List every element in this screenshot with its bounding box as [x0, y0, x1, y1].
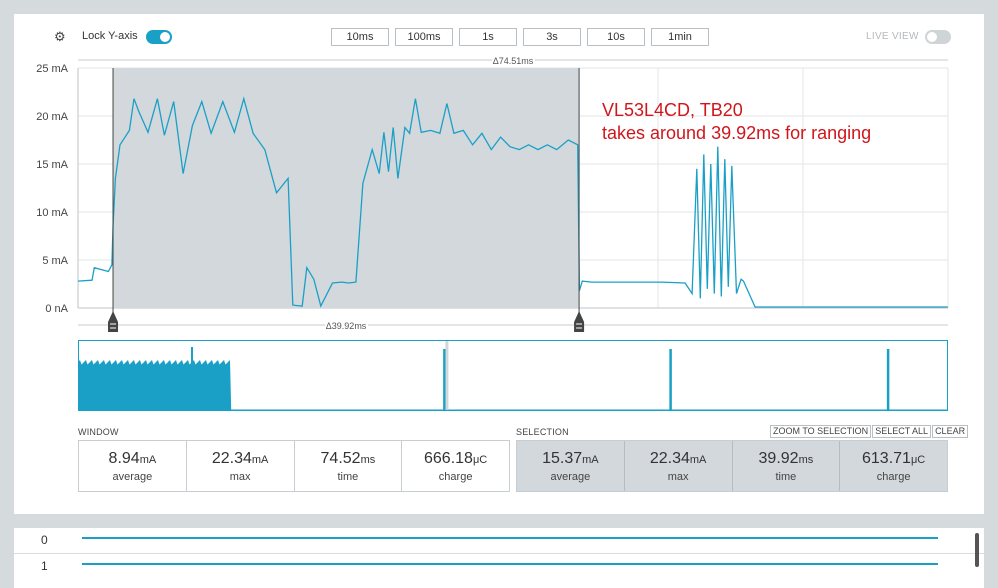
y-tick-label: 0 nA [45, 303, 68, 315]
selection-time-value: 39.92 [758, 450, 799, 467]
window-charge-value: 666.18 [424, 450, 473, 467]
digital-channel-1: 1 [14, 554, 984, 579]
window-time: 74.52ms time [295, 441, 403, 491]
window-time-caption: time [337, 471, 359, 483]
current-chart-svg[interactable]: 25 mA 20 mA 15 mA 10 mA 5 mA 0 nA Δ74.51ms Δ39… [14, 54, 984, 344]
minimap-viewport [445, 341, 449, 410]
window-charge-unit: μC [472, 454, 488, 466]
window-max-value: 22.34 [211, 450, 252, 467]
annotation-line1: VL53L4CD, TB20 [602, 100, 743, 120]
selection-cursor-handle [574, 311, 585, 332]
selection-charge-caption: charge [876, 471, 911, 483]
window-stats-label: WINDOW [78, 427, 119, 437]
selection-charge: 613.71μC charge [840, 441, 947, 491]
window-stats: 8.94mA average 22.34mA max 74.52ms time … [78, 440, 510, 492]
zoom-10ms-button[interactable]: 10ms [331, 28, 389, 46]
selection-time: 39.92ms time [733, 441, 841, 491]
zoom-3s-button[interactable]: 3s [523, 28, 581, 46]
selection-stats: 15.37mA average 22.34mA max 39.92ms time… [516, 440, 948, 492]
minimap-burst [79, 360, 232, 410]
selection-charge-value: 613.71 [862, 450, 911, 467]
window-delta-label: Δ74.51ms [493, 56, 534, 66]
power-profiler-panel: ⚙ Lock Y-axis 10ms 100ms 1s 3s 10s 1min … [14, 14, 984, 514]
lock-y-axis-toggle[interactable] [146, 30, 172, 44]
select-all-button[interactable]: SELECT ALL [872, 425, 932, 438]
scrollbar-thumb[interactable] [975, 533, 979, 567]
selection-max-unit: mA [689, 454, 707, 466]
y-tick-label: 10 mA [36, 207, 68, 219]
lock-y-axis-label: Lock Y-axis [82, 30, 138, 42]
selection-max: 22.34mA max [625, 441, 733, 491]
y-axis-ticks: 25 mA 20 mA 15 mA 10 mA 5 mA 0 nA [36, 63, 68, 315]
toggle-knob [160, 32, 170, 42]
y-tick-label: 15 mA [36, 159, 68, 171]
minimap[interactable] [78, 340, 948, 411]
window-max: 22.34mA max [187, 441, 295, 491]
selection-average-unit: mA [582, 454, 599, 466]
selection-stats-label: SELECTION [516, 427, 569, 437]
digital-channel-0: 0 [14, 528, 984, 554]
window-charge-caption: charge [438, 471, 473, 483]
selection-max-value: 22.34 [649, 450, 690, 467]
window-time-value: 74.52 [320, 450, 361, 467]
selection-time-caption: time [775, 471, 797, 483]
selection-average-caption: average [550, 471, 591, 483]
gear-icon[interactable]: ⚙ [54, 30, 68, 44]
digital-channel-0-label: 0 [41, 533, 48, 547]
selection-buttons: ZOOM TO SELECTION SELECT ALL CLEAR [770, 425, 969, 438]
minimap-svg[interactable] [79, 341, 948, 411]
zoom-1s-button[interactable]: 1s [459, 28, 517, 46]
annotation-line2: takes around 39.92ms for ranging [602, 123, 871, 143]
window-time-unit: ms [360, 454, 376, 466]
selection-region[interactable] [113, 68, 580, 308]
digital-channel-1-label: 1 [41, 559, 48, 573]
selection-max-caption: max [667, 471, 689, 483]
clear-selection-button[interactable]: CLEAR [932, 425, 969, 438]
selection-charge-unit: μC [910, 454, 926, 466]
digital-channel-1-line [82, 563, 938, 565]
window-charge: 666.18μC charge [402, 441, 509, 491]
window-average-unit: mA [139, 454, 157, 466]
window-max-unit: mA [251, 454, 269, 466]
selection-delta-label: Δ39.92ms [326, 321, 367, 331]
window-average: 8.94mA average [79, 441, 187, 491]
window-average-value: 8.94 [108, 450, 140, 467]
current-chart[interactable]: 25 mA 20 mA 15 mA 10 mA 5 mA 0 nA Δ74.51ms Δ39… [14, 54, 984, 344]
live-view-toggle[interactable] [925, 30, 951, 44]
selection-time-unit: ms [798, 454, 814, 466]
selection-cursor-handle [108, 311, 119, 332]
live-view-label: LIVE VIEW [866, 31, 919, 42]
selection-average-value: 15.37 [542, 450, 583, 467]
digital-channel-0-line [82, 537, 938, 539]
zoom-1min-button[interactable]: 1min [651, 28, 709, 46]
zoom-100ms-button[interactable]: 100ms [395, 28, 453, 46]
selection-average: 15.37mA average [517, 441, 625, 491]
y-tick-label: 20 mA [36, 111, 68, 123]
window-average-caption: average [112, 471, 153, 483]
zoom-to-selection-button[interactable]: ZOOM TO SELECTION [770, 425, 872, 438]
y-tick-label: 25 mA [36, 63, 68, 75]
digital-channels-panel: 0 1 [14, 528, 984, 588]
window-max-caption: max [229, 471, 251, 483]
toggle-knob [927, 32, 937, 42]
y-tick-label: 5 mA [42, 255, 68, 267]
zoom-10s-button[interactable]: 10s [587, 28, 645, 46]
